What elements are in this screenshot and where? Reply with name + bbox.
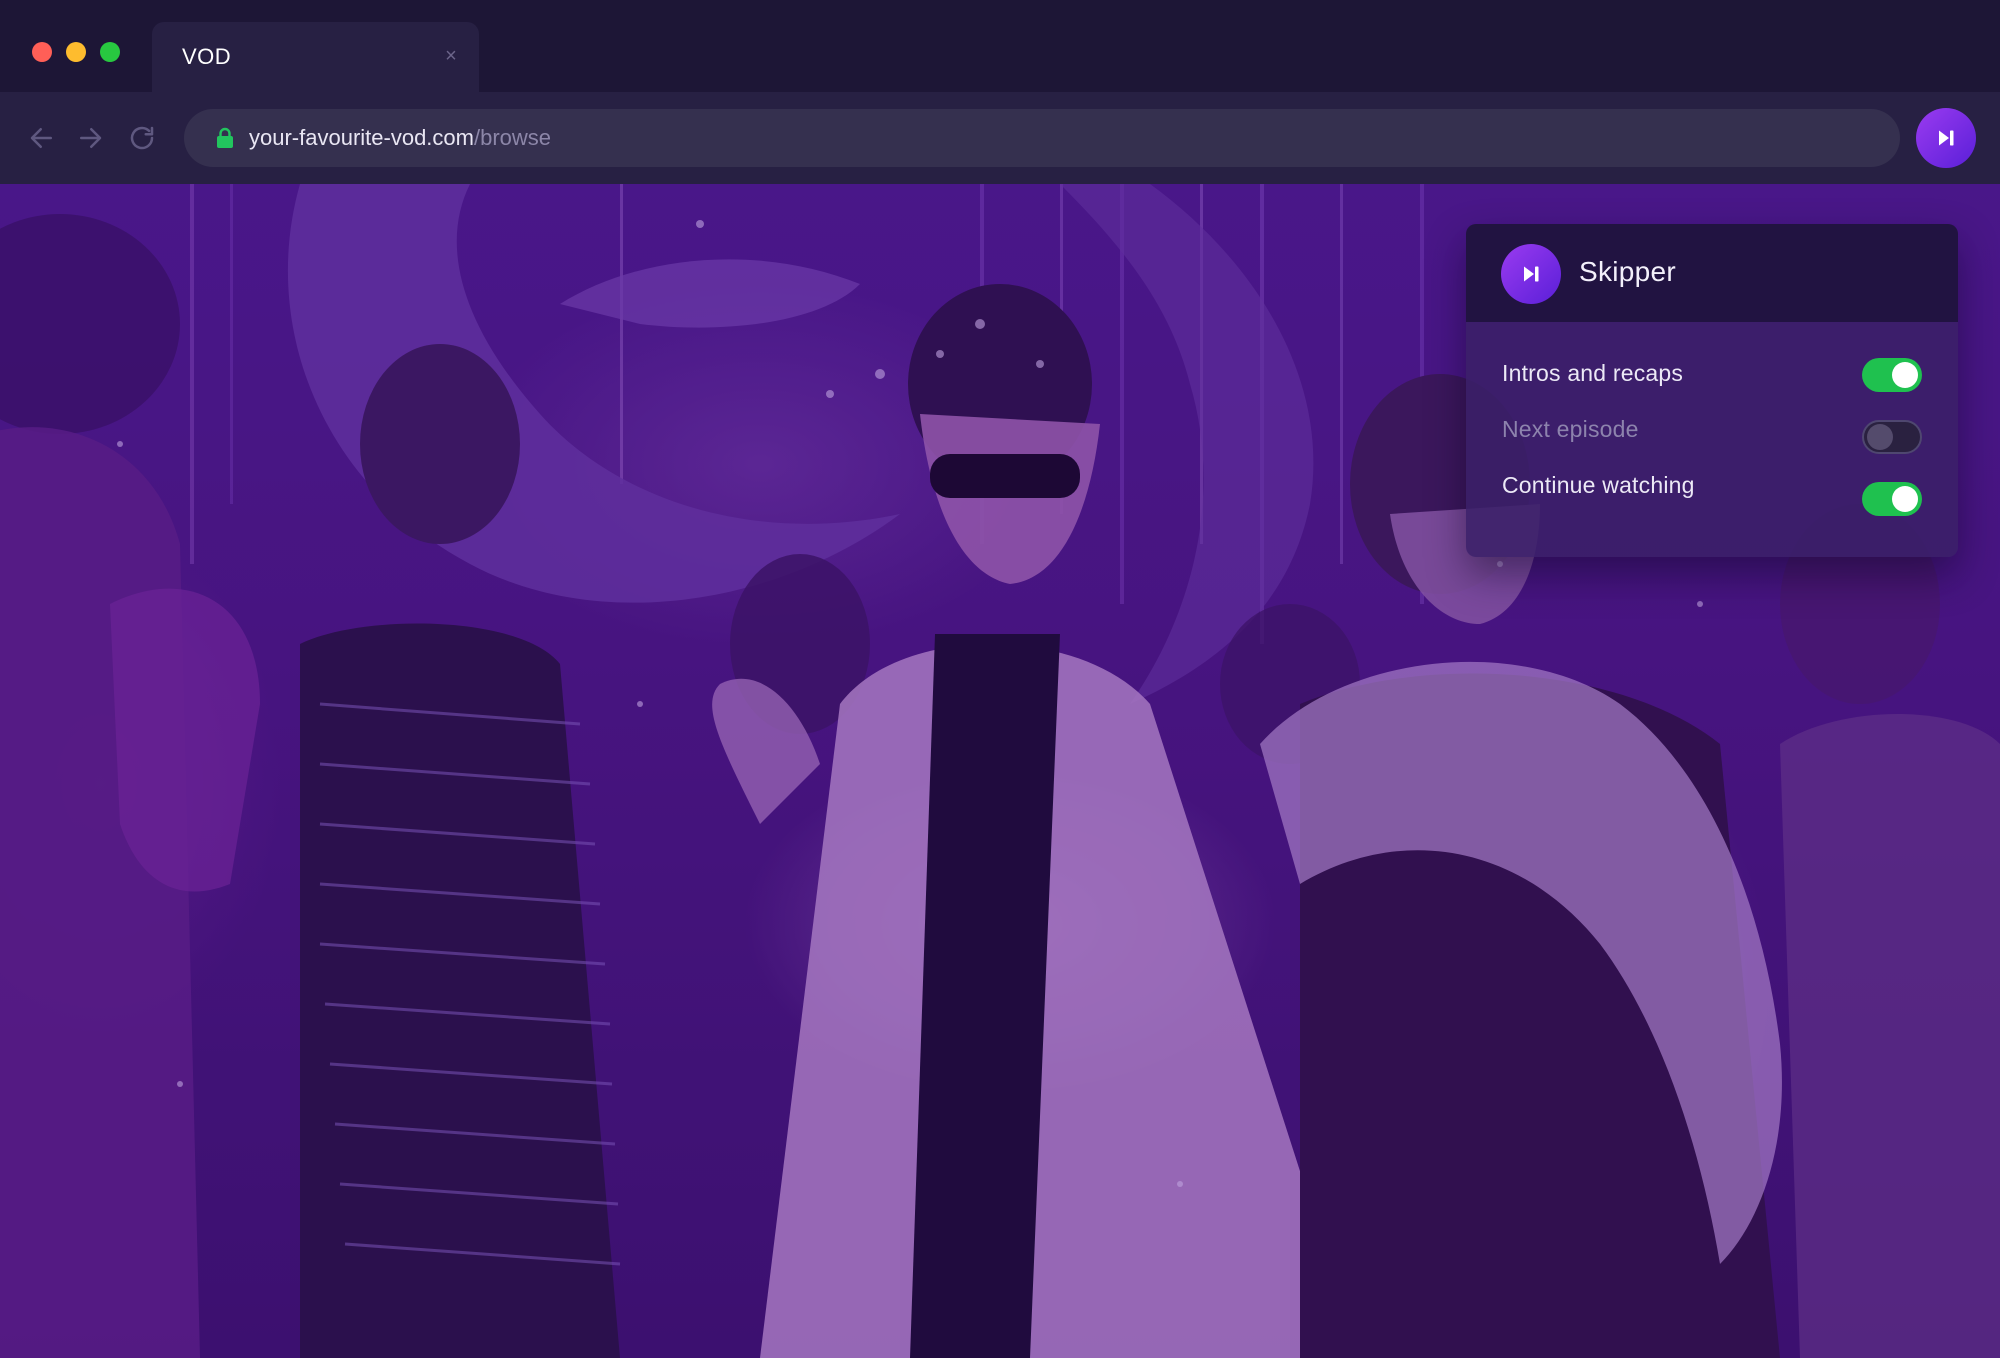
minimize-window-button[interactable] [66, 42, 86, 62]
play-skip-icon [1939, 130, 1954, 146]
lock-icon [217, 127, 233, 148]
address-bar[interactable]: your-favourite-vod.com/browse [184, 109, 1900, 167]
toggle-next-episode[interactable] [1862, 420, 1922, 454]
toggle-knob [1867, 424, 1893, 450]
setting-row-continue-watching: Continue watching [1466, 458, 1958, 516]
browser-window: VOD × your-favourite-vod.com/browse Skip… [0, 0, 2000, 1358]
skipper-extension-button[interactable] [1916, 108, 1976, 168]
arrow-left-icon [30, 128, 52, 148]
toggle-intros-and-recaps[interactable] [1862, 358, 1922, 392]
url-domain: your-favourite-vod.com [249, 125, 474, 150]
browser-tab[interactable]: VOD × [152, 22, 479, 92]
toggle-knob [1892, 362, 1918, 388]
toggle-continue-watching[interactable] [1862, 482, 1922, 516]
browser-toolbar: your-favourite-vod.com/browse [0, 92, 2000, 184]
popup-title: Skipper [1579, 256, 1677, 287]
setting-label-next-episode: Next episode [1502, 416, 1639, 442]
tab-title: VOD [182, 44, 232, 69]
play-skip-icon [1524, 266, 1539, 282]
url-text: your-favourite-vod.com/browse [249, 125, 551, 151]
setting-row-intros: Intros and recaps [1466, 346, 1958, 402]
setting-label-continue-watching: Continue watching [1502, 472, 1695, 498]
arrow-right-icon [80, 128, 102, 148]
forward-button[interactable] [72, 120, 108, 156]
maximize-window-button[interactable] [100, 42, 120, 62]
reload-button[interactable] [124, 120, 160, 156]
title-bar: VOD × [0, 0, 2000, 92]
reload-icon [130, 126, 154, 150]
close-window-button[interactable] [32, 42, 52, 62]
url-path: /browse [473, 125, 552, 150]
toggle-knob [1892, 486, 1918, 512]
setting-label-intros: Intros and recaps [1502, 360, 1684, 386]
tab-close-icon[interactable]: × [441, 46, 461, 66]
skipper-popup: Skipper Intros and recaps Next episode C… [1466, 224, 1958, 557]
popup-header: Skipper [1466, 224, 1958, 322]
setting-row-next-episode: Next episode [1466, 402, 1958, 458]
skipper-logo [1501, 244, 1561, 304]
back-button[interactable] [24, 120, 60, 156]
